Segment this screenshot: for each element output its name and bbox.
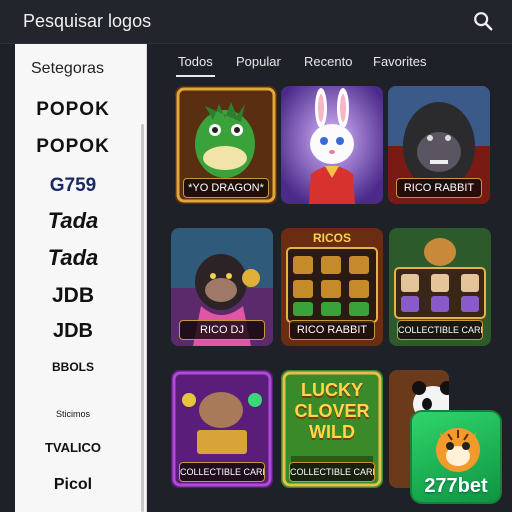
page-title: Pesquisar logos: [23, 11, 152, 31]
brand-badge[interactable]: 277bet: [410, 410, 502, 504]
provider-logo-tada[interactable]: Tada: [15, 245, 131, 271]
search-icon[interactable]: [472, 10, 494, 32]
provider-logo-tvalico[interactable]: TVALICO: [15, 440, 131, 455]
game-label: RICO RABBIT: [289, 320, 375, 340]
game-card-treasure[interactable]: COLLECTIBLE CARDS: [171, 370, 273, 488]
game-card-clover[interactable]: LUCKY CLOVER WILD COLLECTIBLE CARDS: [281, 370, 383, 488]
game-card-collectible[interactable]: COLLECTIBLE CARDS: [389, 228, 491, 346]
rabbit-art: [281, 86, 383, 204]
game-art-title: RICOS: [312, 231, 351, 245]
provider-logo-popok[interactable]: POPOK: [15, 99, 131, 121]
tab-todos[interactable]: Todos: [176, 54, 215, 77]
tiger-mascot-icon: [436, 428, 480, 472]
provider-logo-sticimos[interactable]: Sticimos: [15, 409, 131, 419]
art-line: WILD: [309, 422, 355, 442]
category-sidebar: Setegoras POPOK POPOK G759 Tada Tada JDB…: [15, 44, 147, 512]
tab-recento[interactable]: Recento: [304, 54, 352, 69]
provider-logo-picol[interactable]: Picol: [15, 476, 131, 494]
top-bar: Pesquisar logos: [0, 0, 512, 44]
provider-logo-bbols[interactable]: BBOLS: [15, 360, 131, 374]
sidebar-scrollbar[interactable]: [141, 124, 144, 512]
game-card-dragon[interactable]: *YO DRAGON*: [175, 86, 277, 204]
game-card-monkey[interactable]: RICO DJ: [171, 228, 273, 346]
art-line: LUCKY: [301, 380, 363, 400]
provider-logo-popok[interactable]: POPOK: [15, 136, 131, 158]
game-label: RICO RABBIT: [396, 178, 482, 198]
provider-logo-g759[interactable]: G759: [15, 175, 131, 197]
provider-logo-jdb[interactable]: JDB: [15, 320, 131, 343]
game-label: COLLECTIBLE CARDS: [179, 462, 265, 482]
tab-popular[interactable]: Popular: [236, 54, 281, 69]
provider-logo-jdb[interactable]: JDB: [15, 284, 131, 308]
tab-favorites[interactable]: Favorites: [373, 54, 426, 69]
art-line: CLOVER: [294, 401, 370, 421]
game-label: RICO DJ: [179, 320, 265, 340]
game-label: COLLECTIBLE CARDS: [289, 462, 375, 482]
game-card-rabbit[interactable]: [281, 86, 383, 204]
provider-logo-tada[interactable]: Tada: [15, 208, 131, 234]
sidebar-heading: Setegoras: [31, 60, 104, 77]
brand-name: 277bet: [424, 475, 488, 497]
game-card-slots[interactable]: RICOS RICO RABBIT: [281, 228, 383, 346]
game-card-gorilla[interactable]: RICO RABBIT: [388, 86, 490, 204]
game-label: *YO DRAGON*: [183, 178, 269, 198]
game-art-title: LUCKY CLOVER WILD: [281, 380, 383, 443]
game-label: COLLECTIBLE CARDS: [397, 320, 483, 340]
